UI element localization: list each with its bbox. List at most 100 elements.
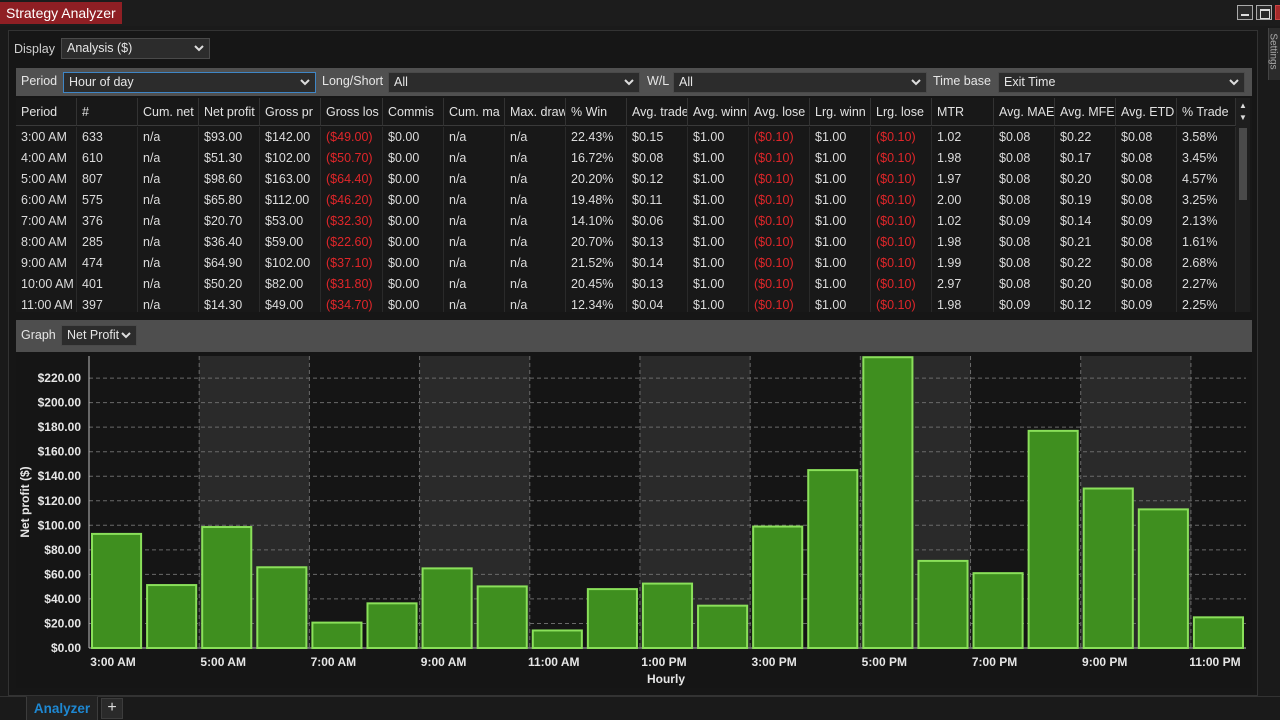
table-cell: 14.10% bbox=[566, 211, 627, 232]
column-header[interactable]: MTR bbox=[932, 98, 994, 126]
wl-select[interactable]: All bbox=[673, 72, 927, 93]
table-cell: $102.00 bbox=[260, 148, 321, 169]
table-cell: $53.00 bbox=[260, 211, 321, 232]
scroll-up-icon[interactable]: ▲ bbox=[1236, 100, 1250, 112]
display-select-value: Analysis ($) bbox=[67, 41, 133, 55]
timebase-select[interactable]: Exit Time bbox=[998, 72, 1245, 93]
table-cell: 21.52% bbox=[566, 253, 627, 274]
table-cell: $1.00 bbox=[810, 253, 871, 274]
settings-side-tab[interactable]: Settings bbox=[1268, 28, 1280, 80]
column-header[interactable]: Gross los bbox=[321, 98, 383, 126]
table-cell: $0.08 bbox=[1116, 190, 1177, 211]
table-cell: n/a bbox=[444, 295, 505, 312]
chevron-down-icon bbox=[120, 329, 132, 341]
grid-scrollbar[interactable]: ▲ ▼ bbox=[1236, 98, 1250, 312]
table-row[interactable]: 9:00 AM 474 n/a $64.90 $102.00 ($37.10) $0.00 n… bbox=[16, 253, 1236, 274]
table-cell: n/a bbox=[444, 169, 505, 190]
table-cell: $50.20 bbox=[199, 274, 260, 295]
table-cell: $1.00 bbox=[810, 211, 871, 232]
table-cell: n/a bbox=[505, 253, 566, 274]
table-cell: $0.00 bbox=[383, 190, 444, 211]
close-icon[interactable] bbox=[1275, 5, 1280, 20]
table-cell: $0.11 bbox=[627, 190, 688, 211]
column-header[interactable]: Net profit bbox=[199, 98, 260, 126]
column-header[interactable]: Avg. trade bbox=[627, 98, 688, 126]
longshort-select[interactable]: All bbox=[388, 72, 640, 93]
table-cell: ($0.10) bbox=[871, 169, 932, 190]
table-cell: n/a bbox=[444, 253, 505, 274]
table-cell: n/a bbox=[505, 274, 566, 295]
table-cell: $0.08 bbox=[1116, 253, 1177, 274]
net-profit-chart: $0.00 $20.00 $40.00 $60.00 $80.00 $100.00 $120… bbox=[16, 352, 1252, 688]
table-row[interactable]: 3:00 AM 633 n/a $93.00 $142.00 ($49.00) $0.00 n… bbox=[16, 127, 1236, 148]
bar-3-00-am bbox=[91, 532, 143, 649]
column-header[interactable]: Max. draw bbox=[505, 98, 566, 126]
table-cell: 11:00 AM bbox=[16, 295, 77, 312]
table-cell: 4.57% bbox=[1177, 169, 1236, 190]
column-header[interactable]: Avg. MFE bbox=[1055, 98, 1116, 126]
table-cell: $82.00 bbox=[260, 274, 321, 295]
column-header[interactable]: % Win bbox=[566, 98, 627, 126]
column-header[interactable]: Cum. net bbox=[138, 98, 199, 126]
column-header[interactable]: % Trade bbox=[1177, 98, 1236, 126]
table-cell: 1.02 bbox=[932, 127, 994, 148]
table-cell: $0.08 bbox=[994, 253, 1055, 274]
period-select-value: Hour of day bbox=[69, 75, 134, 89]
table-row[interactable]: 10:00 AM 401 n/a $50.20 $82.00 ($31.80) $0.00 n… bbox=[16, 274, 1236, 295]
column-header[interactable]: Avg. winn bbox=[688, 98, 749, 126]
table-cell: n/a bbox=[505, 169, 566, 190]
table-cell: 575 bbox=[77, 190, 138, 211]
table-cell: n/a bbox=[505, 190, 566, 211]
bar-11-00-am bbox=[531, 629, 583, 650]
y-tick-label: $160.00 bbox=[38, 445, 82, 459]
column-header[interactable]: Avg. ETD bbox=[1116, 98, 1177, 126]
chevron-down-icon bbox=[193, 42, 205, 54]
table-cell: $112.00 bbox=[260, 190, 321, 211]
table-cell: ($0.10) bbox=[871, 253, 932, 274]
table-row[interactable]: 7:00 AM 376 n/a $20.70 $53.00 ($32.30) $0.00 n/… bbox=[16, 211, 1236, 232]
table-cell: 285 bbox=[77, 232, 138, 253]
graph-select[interactable]: Net Profit bbox=[61, 325, 137, 346]
column-header[interactable]: Lrg. lose bbox=[871, 98, 932, 126]
column-header[interactable]: # bbox=[77, 98, 138, 126]
timebase-select-value: Exit Time bbox=[1004, 75, 1056, 89]
table-cell: n/a bbox=[444, 232, 505, 253]
column-header[interactable]: Avg. lose bbox=[749, 98, 810, 126]
y-tick-label: $80.00 bbox=[44, 543, 81, 557]
table-row[interactable]: 6:00 AM 575 n/a $65.80 $112.00 ($46.20) $0.00 n… bbox=[16, 190, 1236, 211]
period-select[interactable]: Hour of day bbox=[63, 72, 316, 93]
maximize-icon[interactable] bbox=[1256, 5, 1272, 20]
column-header[interactable]: Lrg. winn bbox=[810, 98, 871, 126]
table-cell: ($0.10) bbox=[871, 274, 932, 295]
table-cell: $49.00 bbox=[260, 295, 321, 312]
minimize-icon[interactable] bbox=[1237, 5, 1253, 20]
column-header[interactable]: Avg. MAE bbox=[994, 98, 1055, 126]
grid-header: Period # Cum. net Net profit Gross pr Gross l… bbox=[16, 98, 1236, 126]
table-cell: $1.00 bbox=[810, 274, 871, 295]
column-header[interactable]: Gross pr bbox=[260, 98, 321, 126]
table-row[interactable]: 4:00 AM 610 n/a $51.30 $102.00 ($50.70) $0.00 n… bbox=[16, 148, 1236, 169]
column-header[interactable]: Period bbox=[16, 98, 77, 126]
table-row[interactable]: 8:00 AM 285 n/a $36.40 $59.00 ($22.60) $0.00 n/… bbox=[16, 232, 1236, 253]
table-row[interactable]: 5:00 AM 807 n/a $98.60 $163.00 ($64.40) $0.00 n… bbox=[16, 169, 1236, 190]
scroll-thumb[interactable] bbox=[1239, 128, 1247, 200]
bar-1-00-pm bbox=[641, 582, 694, 650]
scroll-down-icon[interactable]: ▼ bbox=[1236, 112, 1250, 124]
add-tab-button[interactable]: + bbox=[101, 698, 123, 719]
table-cell: n/a bbox=[505, 211, 566, 232]
table-cell: $0.00 bbox=[383, 232, 444, 253]
table-cell: ($0.10) bbox=[749, 253, 810, 274]
table-row[interactable]: 11:00 AM 397 n/a $14.30 $49.00 ($34.70) $0.00 n… bbox=[16, 295, 1236, 312]
display-select[interactable]: Analysis ($) bbox=[61, 38, 210, 59]
table-cell: ($0.10) bbox=[871, 295, 932, 312]
tab-analyzer[interactable]: Analyzer bbox=[26, 696, 98, 720]
column-header[interactable]: Commis bbox=[383, 98, 444, 126]
bar-4-00-am bbox=[146, 584, 198, 649]
column-header[interactable]: Cum. ma bbox=[444, 98, 505, 126]
table-cell: 3:00 AM bbox=[16, 127, 77, 148]
bar-10-00-pm bbox=[1137, 508, 1189, 649]
x-tick-label: 11:00 AM bbox=[528, 655, 580, 669]
table-cell: 3.45% bbox=[1177, 148, 1236, 169]
table-cell: $163.00 bbox=[260, 169, 321, 190]
table-cell: $0.20 bbox=[1055, 274, 1116, 295]
